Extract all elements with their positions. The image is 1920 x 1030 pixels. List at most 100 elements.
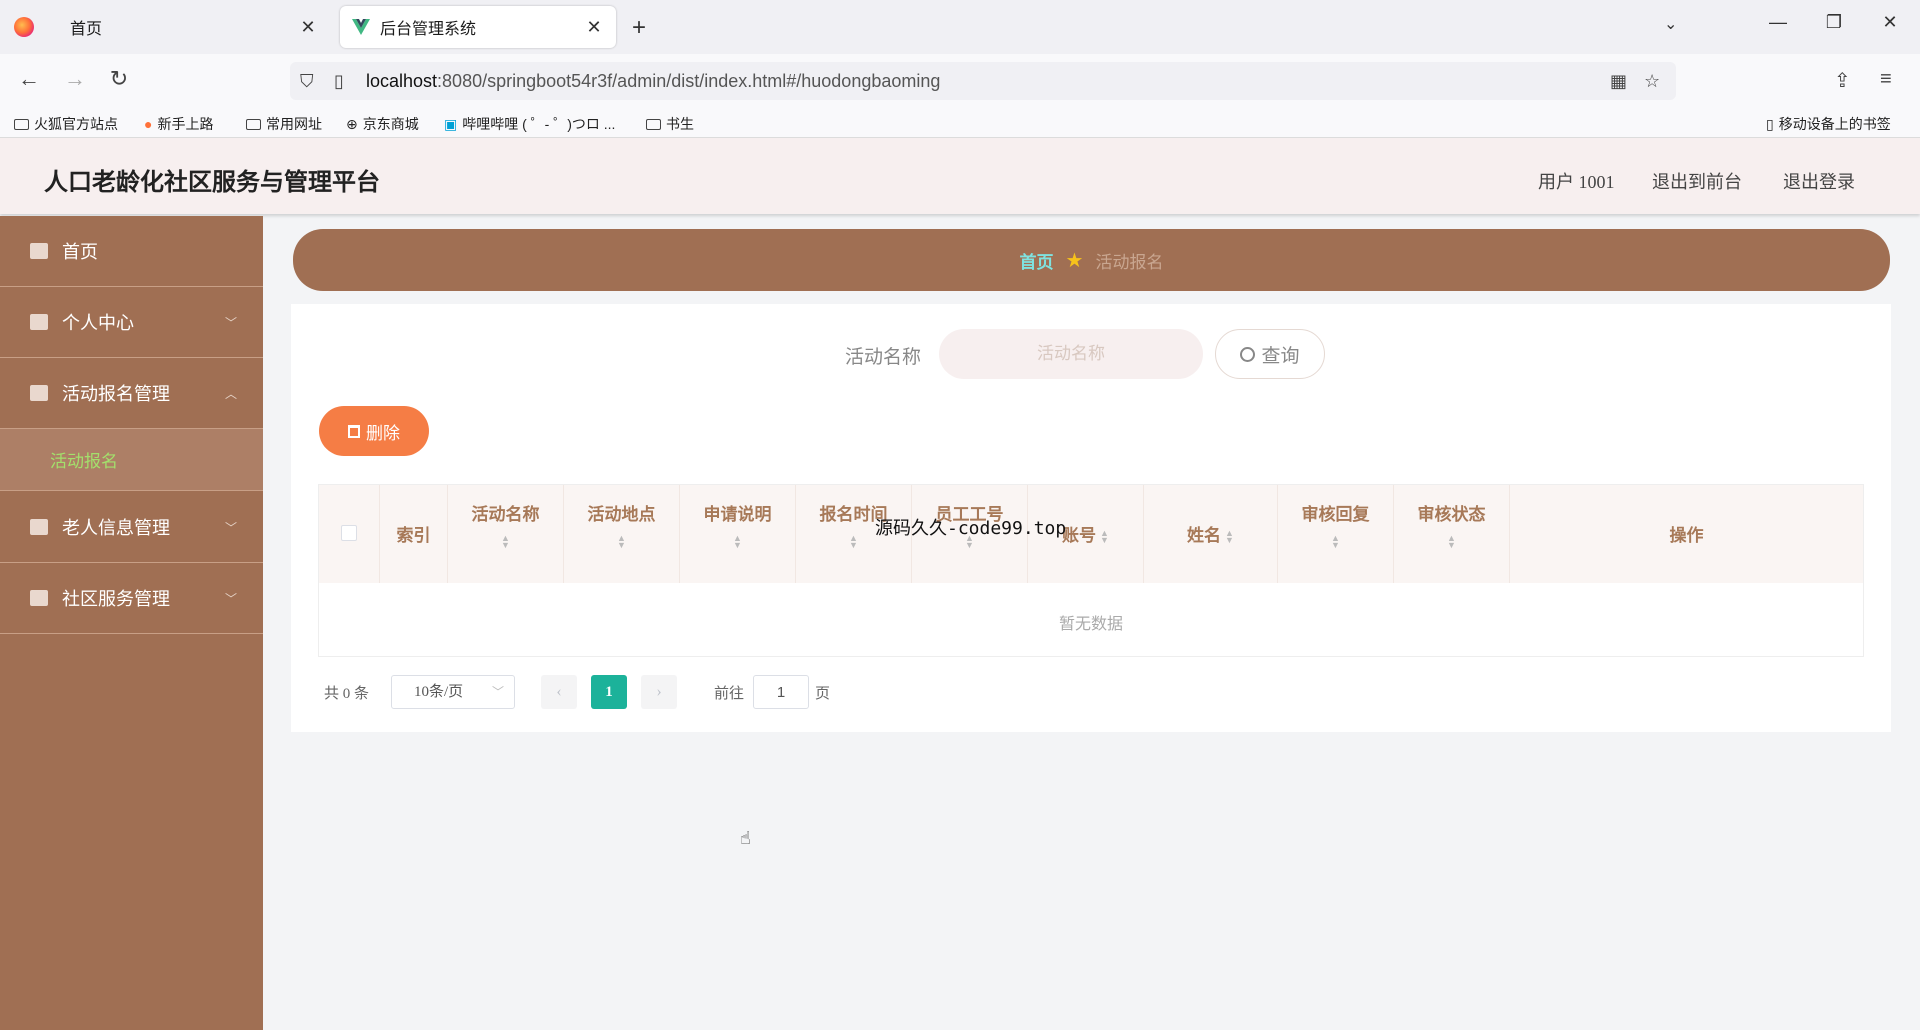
close-icon[interactable]: ✕ [584,17,604,38]
sidebar-subitem-activity-signup[interactable]: 活动报名 [0,429,263,491]
overlay-watermark-text: 源码久久-code99.top [875,518,1067,539]
user-label: 用户 1001 [1538,172,1615,192]
window-close-icon[interactable]: ✕ [1870,12,1910,33]
bilibili-icon: ▣ [444,115,458,132]
monitor-icon [30,519,48,535]
firefox-logo-icon [14,17,34,37]
url-bar[interactable]: ⛉ ▯ localhost:8080/springboot54r3f/admin… [290,62,1676,100]
sidebar-item-label: 个人中心 [62,313,134,333]
new-tab-icon[interactable]: + [632,14,646,42]
chevron-down-icon: ﹀ [491,685,504,699]
breadcrumb: 首页 ★ 活动报名 [293,229,1890,291]
qr-code-icon[interactable]: ▦ [1610,71,1627,92]
goto-label: 前往 [714,686,745,702]
sidebar-item-community-service[interactable]: 社区服务管理 ﹀ [0,563,263,634]
forward-icon[interactable]: → [60,66,90,92]
sidebar-item-elder-info[interactable]: 老人信息管理 ﹀ [0,492,263,563]
chevron-down-icon[interactable]: ⌄ [1664,14,1677,34]
tab-title: 后台管理系统 [380,21,477,38]
sort-icon[interactable]: ▲ ▼ [448,534,563,550]
tab-title: 首页 [70,21,103,38]
menu-icon[interactable]: ≡ [1880,68,1892,91]
star-icon[interactable]: ☆ [1644,71,1660,92]
star-icon: ★ [1065,249,1084,272]
url-path: :8080/springboot54r3f/admin/dist/index.h… [437,71,941,91]
data-table: 索引 活动名称 ▲ ▼ 活动地点 ▲ ▼ 申请说明 ▲ ▼ 报名时间 ▲ ▼ 员工工号 ▲ ▼ 账号… [318,484,1864,657]
breadcrumb-home[interactable]: 首页 [1020,248,1054,273]
vue-logo-icon [352,19,370,35]
column-header: 索引 [380,485,448,583]
bookmark-item[interactable]: ▣ 哔哩哔哩 ( ゜- ゜)つロ ... [444,114,615,134]
table-header: 索引 活动名称 ▲ ▼ 活动地点 ▲ ▼ 申请说明 ▲ ▼ 报名时间 ▲ ▼ 员工工号 ▲ ▼ 账号… [319,485,1863,583]
search-button[interactable]: 查询 [1215,329,1325,379]
bookmark-item[interactable]: 书生 [646,114,694,134]
folder-icon [246,118,261,130]
bookmark-item[interactable]: 火狐官方站点 [14,114,118,134]
browser-tabbar: 首页 ✕ 后台管理系统 ✕ + ⌄ — ❐ ✕ [0,0,1920,54]
column-header[interactable]: 审核回复 ▲ ▼ [1278,485,1394,583]
sort-icon[interactable]: ▲ ▼ [1225,529,1234,545]
app-title: 人口老龄化社区服务与管理平台 [44,170,380,196]
url-text[interactable]: localhost:8080/springboot54r3f/admin/dis… [366,71,940,92]
column-header[interactable]: 活动名称 ▲ ▼ [448,485,564,583]
column-header[interactable]: 审核状态 ▲ ▼ [1394,485,1510,583]
restore-icon[interactable]: ❐ [1814,12,1854,33]
prev-page-button[interactable]: ‹ [541,675,577,709]
close-icon[interactable]: ✕ [298,17,318,38]
delete-button[interactable]: 删除 [319,406,429,456]
chevron-down-icon: ﹀ [224,520,237,535]
next-page-button[interactable]: › [641,675,677,709]
minimize-icon[interactable]: — [1758,12,1798,33]
sidebar-item-home[interactable]: 首页 [0,216,263,287]
sidebar-item-label: 老人信息管理 [62,518,170,538]
firefox-icon: ● [144,116,153,132]
exit-to-front-link[interactable]: 退出到前台 [1652,168,1742,194]
back-icon[interactable]: ← [14,66,44,92]
logout-link[interactable]: 退出登录 [1783,168,1855,194]
sidebar: 首页 个人中心 ﹀ 活动报名管理 ︿ 活动报名 老人信息管理 ﹀ 社区服务管理 … [0,216,263,1030]
user-icon [30,314,48,330]
hand-cursor-icon: ☝ [740,828,751,848]
sort-icon[interactable]: ▲ ▼ [680,534,795,550]
extensions-icon[interactable]: ⇪ [1834,68,1851,93]
select-all-checkbox[interactable] [341,525,357,541]
sidebar-item-label: 首页 [62,242,98,262]
bookmark-item[interactable]: ● 新手上路 [144,114,213,134]
column-header[interactable]: 申请说明 ▲ ▼ [680,485,796,583]
sort-icon[interactable]: ▲ ▼ [1278,534,1393,550]
sidebar-item-label: 活动报名管理 [62,384,170,404]
mobile-bookmarks[interactable]: ▯ 移动设备上的书签 [1766,114,1891,134]
total-count: 共 0 条 [324,686,370,702]
pagination: 共 0 条 10条/页 ﹀ ‹ 1 › 前往 页 [291,672,1291,712]
sort-icon[interactable]: ▲ ▼ [1100,529,1109,545]
sort-icon[interactable]: ▲ ▼ [1394,534,1509,550]
chevron-down-icon: ﹀ [224,591,237,606]
sidebar-item-personal-center[interactable]: 个人中心 ﹀ [0,287,263,358]
trash-icon [348,424,360,438]
tab-admin[interactable]: 后台管理系统 ✕ [340,6,616,48]
page-size-select[interactable]: 10条/页 ﹀ [391,675,515,709]
bookmark-item[interactable]: ⊕ 京东商城 [346,114,419,134]
globe-icon: ⊕ [346,115,358,132]
column-header[interactable]: 活动地点 ▲ ▼ [564,485,680,583]
page-number[interactable]: 1 [591,675,627,709]
sidebar-item-activity-signup[interactable]: 活动报名管理 ︿ [0,358,263,429]
goto-suffix: 页 [815,686,831,702]
app-header: 人口老龄化社区服务与管理平台 用户 1001 退出到前台 退出登录 [0,138,1920,214]
tab-home[interactable]: 首页 ✕ [48,6,330,48]
chevron-up-icon: ︿ [224,386,237,401]
header-select-all [319,485,380,583]
empty-text: 暂无数据 [1058,616,1123,633]
sort-icon[interactable]: ▲ ▼ [564,534,679,550]
column-header[interactable]: 姓名 ▲ ▼ [1144,485,1278,583]
home-icon [30,243,48,259]
reload-icon[interactable]: ↻ [104,66,134,92]
search-icon [1240,346,1256,362]
bookmarks-bar: 火狐官方站点 ● 新手上路 常用网址 ⊕ 京东商城 ▣ 哔哩哔哩 ( ゜- ゜)つロ … [0,108,1920,138]
search-input[interactable] [939,329,1203,379]
bookmark-item[interactable]: 常用网址 [246,114,322,134]
column-header: 操作 [1669,526,1704,545]
goto-page-input[interactable] [753,675,809,709]
url-host: localhost [366,71,438,91]
shield-icon[interactable]: ⛉ [300,71,314,92]
